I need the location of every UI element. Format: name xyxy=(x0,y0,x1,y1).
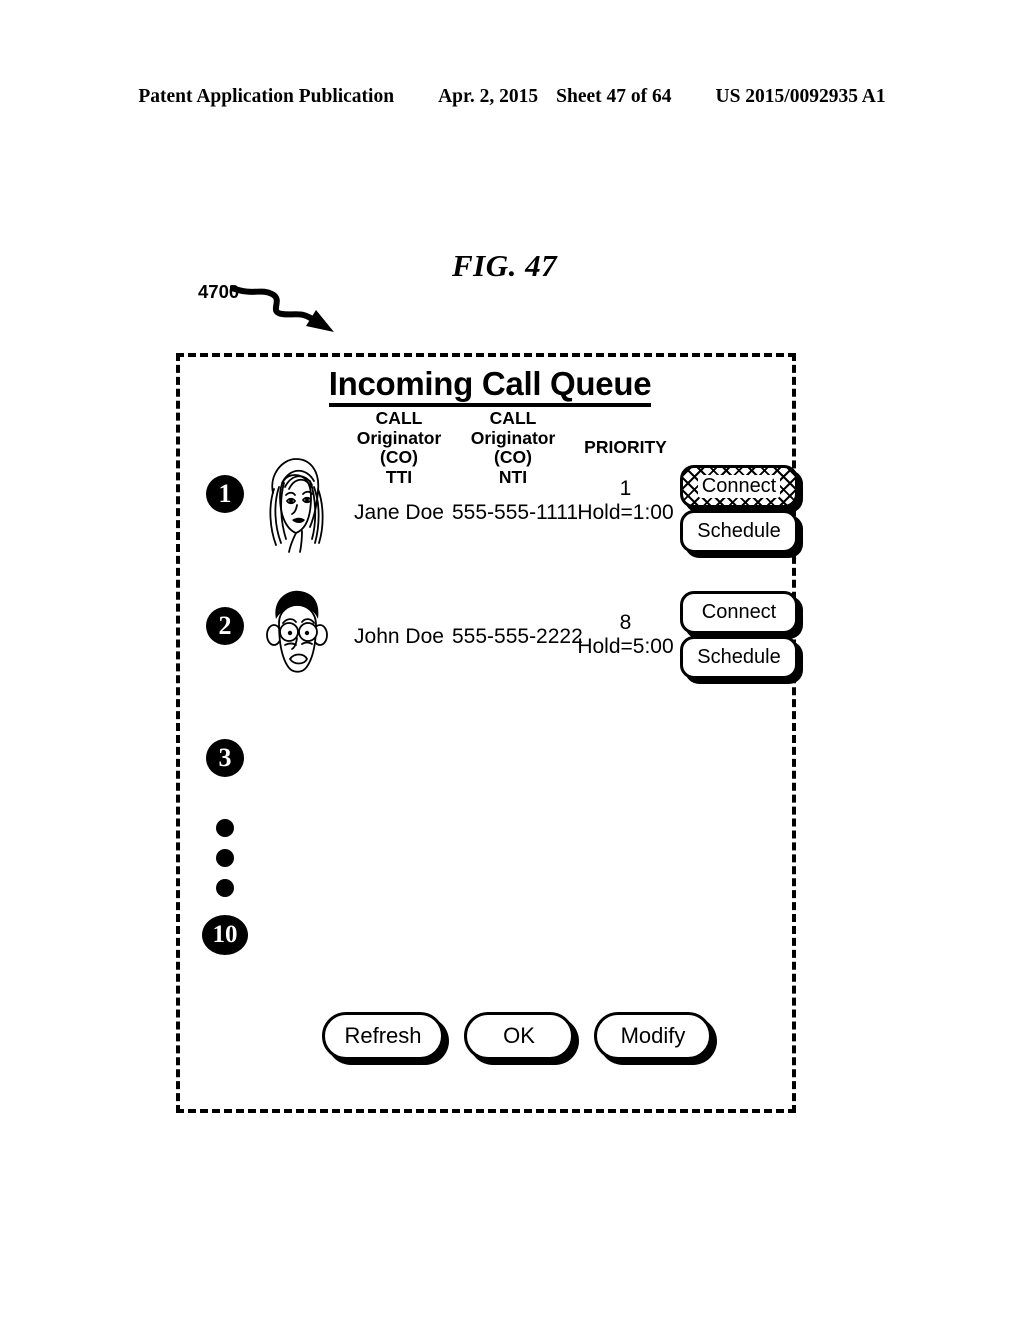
panel-footer: Refresh OK Modify xyxy=(180,1012,800,1072)
panel-title: Incoming Call Queue xyxy=(180,365,800,407)
cell-priority: 1 Hold=1:00 xyxy=(568,477,683,525)
queue-position-badge: 10 xyxy=(202,915,248,955)
incoming-call-queue-panel: Incoming Call Queue CALL Originator (CO)… xyxy=(176,353,798,1113)
refresh-button[interactable]: Refresh xyxy=(322,1012,444,1060)
squiggly-arrow-icon xyxy=(230,285,334,332)
patent-page-header: Patent Application Publication Apr. 2, 2… xyxy=(0,86,1024,108)
publication-label: Patent Application Publication xyxy=(138,86,395,107)
cell-priority: 8 Hold=5:00 xyxy=(568,611,683,659)
queue-position-badge: 1 xyxy=(206,475,244,513)
figure-label: FIG. 47 xyxy=(452,248,558,283)
column-header-priority: PRIORITY xyxy=(584,437,667,457)
queue-position-badge: 3 xyxy=(206,739,244,777)
schedule-button[interactable]: Schedule xyxy=(680,636,798,679)
refresh-button-label: Refresh xyxy=(344,1023,422,1048)
ok-button-label: OK xyxy=(496,1023,542,1049)
connect-button-label: Connect xyxy=(701,601,777,623)
patent-number: US 2015/0092935 A1 xyxy=(715,86,886,107)
queue-row: 2 John Doe 555-555-2222 8 Hold=5:00 Conn… xyxy=(180,589,800,709)
priority-value: 1 xyxy=(619,477,632,500)
hold-time: Hold=1:00 xyxy=(577,501,674,524)
column-header-nti-line1: CALL xyxy=(489,408,537,428)
queue-row: 1 Jane Doe 555-555-1111 1 Hold=1:00 Conn… xyxy=(180,457,800,582)
schedule-button[interactable]: Schedule xyxy=(680,510,798,553)
man-face-icon xyxy=(266,590,328,673)
cell-call-originator-tti: Jane Doe xyxy=(354,501,444,524)
schedule-button-label: Schedule xyxy=(697,646,781,668)
woman-face-icon xyxy=(269,458,324,553)
sheet-number: Sheet 47 of 64 xyxy=(556,86,672,107)
column-header-tti-line1: CALL xyxy=(375,408,423,428)
cell-call-originator-tti: John Doe xyxy=(354,625,444,648)
modify-button[interactable]: Modify xyxy=(594,1012,712,1060)
connect-button[interactable]: Connect xyxy=(680,465,798,508)
column-header-nti-line2: Originator xyxy=(470,427,556,448)
modify-button-label: Modify xyxy=(620,1023,686,1048)
panel-title-text: Incoming Call Queue xyxy=(328,365,652,407)
hold-time: Hold=5:00 xyxy=(577,635,674,658)
cell-call-originator-nti: 555-555-2222 xyxy=(452,625,583,648)
column-header-tti-line2: Originator xyxy=(356,427,442,448)
schedule-button-label: Schedule xyxy=(697,520,781,542)
connect-button[interactable]: Connect xyxy=(680,591,798,634)
queue-position-badge: 2 xyxy=(206,607,244,645)
connect-button-label: Connect xyxy=(697,475,781,498)
publication-date: Apr. 2, 2015 xyxy=(438,86,539,107)
priority-value: 8 xyxy=(619,611,632,634)
vertical-ellipsis-icon xyxy=(216,819,236,909)
cell-call-originator-nti: 555-555-1111 xyxy=(452,501,579,524)
ok-button[interactable]: OK xyxy=(464,1012,574,1060)
